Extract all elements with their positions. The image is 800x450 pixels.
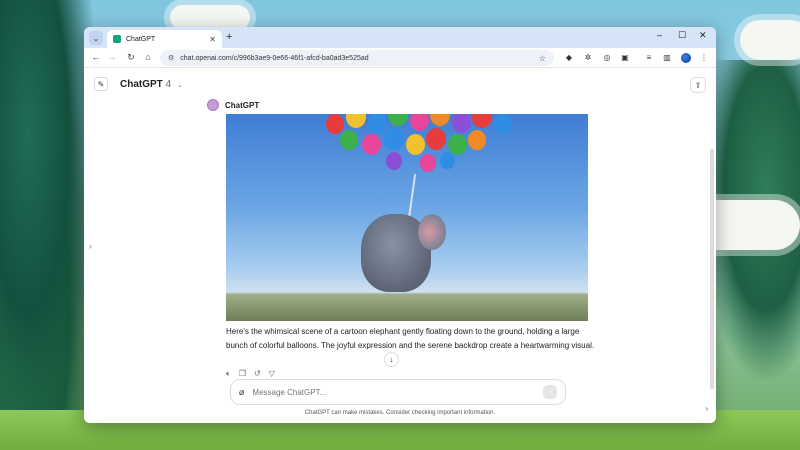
balloon — [368, 114, 387, 133]
balloon — [410, 114, 429, 131]
assistant-response-text: Here's the whimsical scene of a cartoon … — [226, 327, 595, 350]
model-name-label: ChatGPT — [120, 79, 163, 90]
home-icon[interactable]: ⌂ — [142, 52, 154, 62]
side-panel-icon[interactable]: ▥ — [662, 53, 672, 63]
tab-title: ChatGPT — [126, 35, 156, 43]
model-version-label: 4 — [165, 79, 172, 90]
balloon — [448, 134, 467, 155]
browser-menu-icon[interactable]: ⋮ — [699, 53, 709, 63]
tab-search-chevron-icon[interactable]: ⌄ — [89, 31, 103, 45]
browser-window: ⌄ ChatGPT ✕ + – ☐ ✕ ← → ↻ ⌂ ⚙ chat.opena… — [84, 27, 716, 423]
bookmark-star-icon[interactable]: ☆ — [539, 54, 546, 63]
regenerate-icon[interactable]: ↺ — [254, 369, 261, 379]
scrollbar[interactable] — [710, 149, 714, 389]
extension-headphones-icon[interactable]: ◎ — [602, 53, 612, 63]
browser-toolbar: ← → ↻ ⌂ ⚙ chat.openai.com/c/996b3ae9-0e6… — [84, 48, 716, 68]
balloon — [494, 114, 512, 134]
tab-bar: ⌄ ChatGPT ✕ + – ☐ ✕ — [84, 27, 716, 48]
help-question-icon[interactable]: › — [705, 404, 708, 413]
open-sidebar-icon[interactable]: › — [89, 241, 92, 251]
balloon — [426, 128, 446, 150]
forward-arrow-icon[interactable]: → — [106, 52, 118, 62]
balloon — [440, 152, 455, 169]
chatgpt-app: ✎ ChatGPT 4 ⌄ ⇪ › ChatGPT Here's the whi… — [84, 69, 716, 423]
close-window-button[interactable]: ✕ — [699, 30, 707, 41]
balloon — [362, 134, 381, 155]
balloon — [384, 128, 404, 150]
message-input[interactable] — [252, 387, 535, 397]
maximize-button[interactable]: ☐ — [678, 30, 686, 41]
chatgpt-avatar — [207, 99, 219, 111]
close-tab-icon[interactable]: ✕ — [209, 35, 216, 44]
author-name: ChatGPT — [225, 100, 260, 110]
elephant-ear — [418, 214, 446, 250]
message-actions: 🔈︎ ❐ ↺ ▽ — [226, 369, 275, 379]
paperclip-icon[interactable]: ⌀ — [239, 387, 244, 398]
balloon-bunch — [316, 114, 536, 194]
chevron-down-icon: ⌄ — [176, 82, 183, 89]
extension-layers-icon[interactable]: ◆ — [564, 53, 574, 63]
balloon — [386, 152, 402, 170]
minimize-button[interactable]: – — [657, 30, 662, 40]
balloon — [326, 114, 344, 134]
model-selector[interactable]: ChatGPT 4 ⌄ — [120, 79, 183, 90]
send-arrow-up-icon[interactable]: ↑ — [543, 385, 557, 399]
scroll-to-bottom-arrow-down-icon[interactable]: ↓ — [384, 352, 399, 367]
balloon — [340, 130, 358, 150]
message-author: ChatGPT — [207, 99, 259, 111]
back-arrow-icon[interactable]: ← — [90, 52, 102, 62]
new-chat-edit-icon[interactable]: ✎ — [94, 77, 108, 91]
extension-gear-icon[interactable]: ✲ — [583, 53, 593, 63]
share-icon[interactable]: ⇪ — [690, 77, 706, 93]
landscape-horizon — [226, 294, 588, 321]
balloon — [452, 114, 471, 133]
thumbs-down-icon[interactable]: ▽ — [269, 369, 275, 379]
profile-avatar-icon[interactable] — [681, 53, 691, 63]
balloon — [346, 114, 366, 128]
balloon — [406, 134, 425, 155]
chatgpt-favicon-icon — [113, 35, 121, 43]
url-text[interactable]: chat.openai.com/c/996b3ae9-0e66-46f1-afc… — [180, 55, 533, 62]
wallpaper-cloud — [740, 20, 800, 60]
tab-chatgpt[interactable]: ChatGPT ✕ — [107, 30, 222, 48]
extensions-puzzle-icon[interactable]: ▣ — [620, 53, 630, 63]
reading-list-icon[interactable]: ≡ — [644, 53, 654, 63]
reload-icon[interactable]: ↻ — [125, 52, 137, 63]
copy-clipboard-icon[interactable]: ❐ — [239, 369, 246, 379]
address-bar[interactable]: ⚙ chat.openai.com/c/996b3ae9-0e66-46f1-a… — [160, 50, 554, 66]
balloon — [388, 114, 408, 126]
balloon — [468, 130, 486, 150]
read-aloud-speaker-icon[interactable]: 🔈︎ — [226, 369, 231, 379]
disclaimer-text: ChatGPT can make mistakes. Consider chec… — [304, 410, 496, 416]
balloon — [420, 154, 436, 172]
site-settings-icon[interactable]: ⚙ — [168, 54, 174, 62]
chat-header: ✎ ChatGPT 4 ⌄ ⇪ — [84, 77, 716, 95]
message-composer: ⌀ ↑ — [230, 379, 566, 405]
balloon — [430, 114, 450, 126]
balloon — [472, 114, 492, 128]
new-tab-button[interactable]: + — [226, 31, 232, 43]
generated-image-elephant-balloons[interactable] — [226, 114, 588, 321]
